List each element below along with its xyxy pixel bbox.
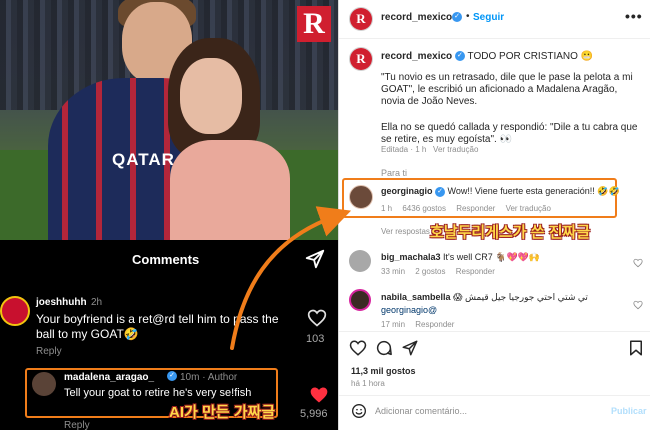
- reply-button[interactable]: Reply: [36, 346, 62, 357]
- emoji-icon[interactable]: [351, 403, 367, 419]
- mention-link[interactable]: georginagio@: [381, 305, 437, 315]
- para-ti-label: Para ti: [381, 168, 408, 178]
- post-time: há 1 hora: [351, 379, 385, 388]
- comment-text: Your boyfriend is a ret@rd tell him to p…: [36, 312, 279, 341]
- heart-filled-icon[interactable]: [309, 385, 329, 405]
- comment-meta: 17 min Responder: [381, 320, 455, 329]
- heart-icon[interactable]: [349, 339, 367, 357]
- caption-username[interactable]: record_mexico: [381, 51, 452, 62]
- comment-icon[interactable]: [375, 339, 393, 357]
- like-count: 103: [306, 333, 325, 345]
- like-count: 2 gostos: [415, 267, 446, 276]
- verified-icon: ✓: [454, 51, 465, 62]
- comment-time: 2h: [91, 297, 103, 308]
- comment-meta: 33 min 2 gostos Responder: [381, 267, 495, 276]
- overlay-caption: 호날두리게스가 쓴 진짜글: [430, 224, 591, 241]
- comment-username[interactable]: georginagio: [381, 186, 433, 196]
- heart-icon[interactable]: [633, 258, 643, 268]
- record-logo: R: [297, 6, 331, 42]
- post-like-count[interactable]: 11,3 mil gostos: [351, 366, 416, 376]
- comment-meta: 1 h 6436 gostos Responder Ver tradução: [381, 204, 551, 213]
- reply-button[interactable]: Responder: [456, 204, 495, 213]
- view-replies-link[interactable]: Ver respostas: [381, 227, 430, 236]
- comment-meta: 10m · Author: [180, 372, 238, 383]
- edited-label: Editada · 1 h: [381, 145, 427, 154]
- avatar[interactable]: [349, 185, 373, 209]
- comment-text: big_machala3 It's well CR7 🐐💖💖🙌: [381, 252, 541, 262]
- comment-username[interactable]: joeshhuhh: [36, 297, 87, 308]
- overlay-caption: AI가 만든 가짜글: [169, 404, 276, 421]
- right-screenshot: R record_mexico ✓ • Seguir ••• R record_…: [338, 0, 650, 430]
- avatar[interactable]: R: [349, 7, 373, 31]
- comments-title: Comments: [132, 252, 200, 267]
- heart-icon[interactable]: [633, 300, 643, 310]
- comment-input[interactable]: Adicionar comentário...: [375, 406, 595, 416]
- heart-icon[interactable]: [307, 308, 327, 328]
- comment-text: georginagio ✓ Wow!! Viene fuerte esta ge…: [381, 186, 620, 197]
- verified-icon: ✓: [435, 186, 446, 197]
- divider: [339, 38, 650, 39]
- caption-quote: "Tu novio es un retrasado, dile que le p…: [381, 72, 633, 107]
- bookmark-icon[interactable]: [627, 339, 645, 357]
- avatar[interactable]: R: [349, 47, 373, 71]
- post-photo: QATAR R: [0, 0, 338, 240]
- more-options-icon[interactable]: •••: [625, 8, 643, 24]
- send-icon[interactable]: [304, 248, 326, 270]
- like-count: 6436 gostos: [402, 204, 446, 213]
- translate-link[interactable]: Ver tradução: [506, 204, 551, 213]
- share-icon[interactable]: [401, 339, 419, 357]
- comment-username[interactable]: madalena_aragao_: [64, 372, 154, 383]
- avatar[interactable]: [32, 372, 56, 396]
- avatar[interactable]: [0, 296, 30, 326]
- separator-dot: •: [466, 11, 470, 22]
- caption-meta: Editada · 1 h Ver tradução: [381, 145, 478, 154]
- woman-head: [180, 58, 242, 134]
- caption-headline: record_mexico ✓ TODO POR CRISTIANO 😬: [381, 51, 593, 62]
- divider: [339, 331, 650, 332]
- reply-button[interactable]: Reply: [64, 420, 90, 430]
- verified-icon: ✓: [167, 371, 177, 381]
- verified-icon: ✓: [452, 12, 462, 22]
- caption-reply: Ella no se quedó callada y respondió: "D…: [381, 122, 638, 145]
- comments-header: Comments: [0, 240, 338, 284]
- post-author[interactable]: record_mexico: [381, 12, 452, 23]
- reply-button[interactable]: Responder: [415, 320, 454, 329]
- translate-link[interactable]: Ver tradução: [433, 145, 478, 154]
- comment-username[interactable]: nabila_sambella: [381, 292, 451, 302]
- divider: [339, 395, 650, 396]
- caption-title: TODO POR CRISTIANO 😬: [467, 51, 594, 62]
- like-count: 5,996: [300, 408, 328, 420]
- avatar[interactable]: [349, 250, 371, 272]
- jersey-sponsor: QATAR: [112, 150, 175, 169]
- comment-text: nabila_sambella 😱 تي شتي احتي جورجيا جيل…: [381, 292, 588, 302]
- publish-button[interactable]: Publicar: [611, 406, 647, 416]
- reply-button[interactable]: Responder: [456, 267, 495, 276]
- avatar[interactable]: [349, 289, 371, 311]
- left-screenshot: QATAR R Comments joeshhuhh 2h Your boyfr…: [0, 0, 338, 430]
- comment-username[interactable]: big_machala3: [381, 252, 441, 262]
- comment-text: Tell your goat to retire he's very se!fi…: [64, 387, 252, 399]
- woman-shirt: [170, 140, 290, 240]
- follow-button[interactable]: Seguir: [473, 12, 504, 23]
